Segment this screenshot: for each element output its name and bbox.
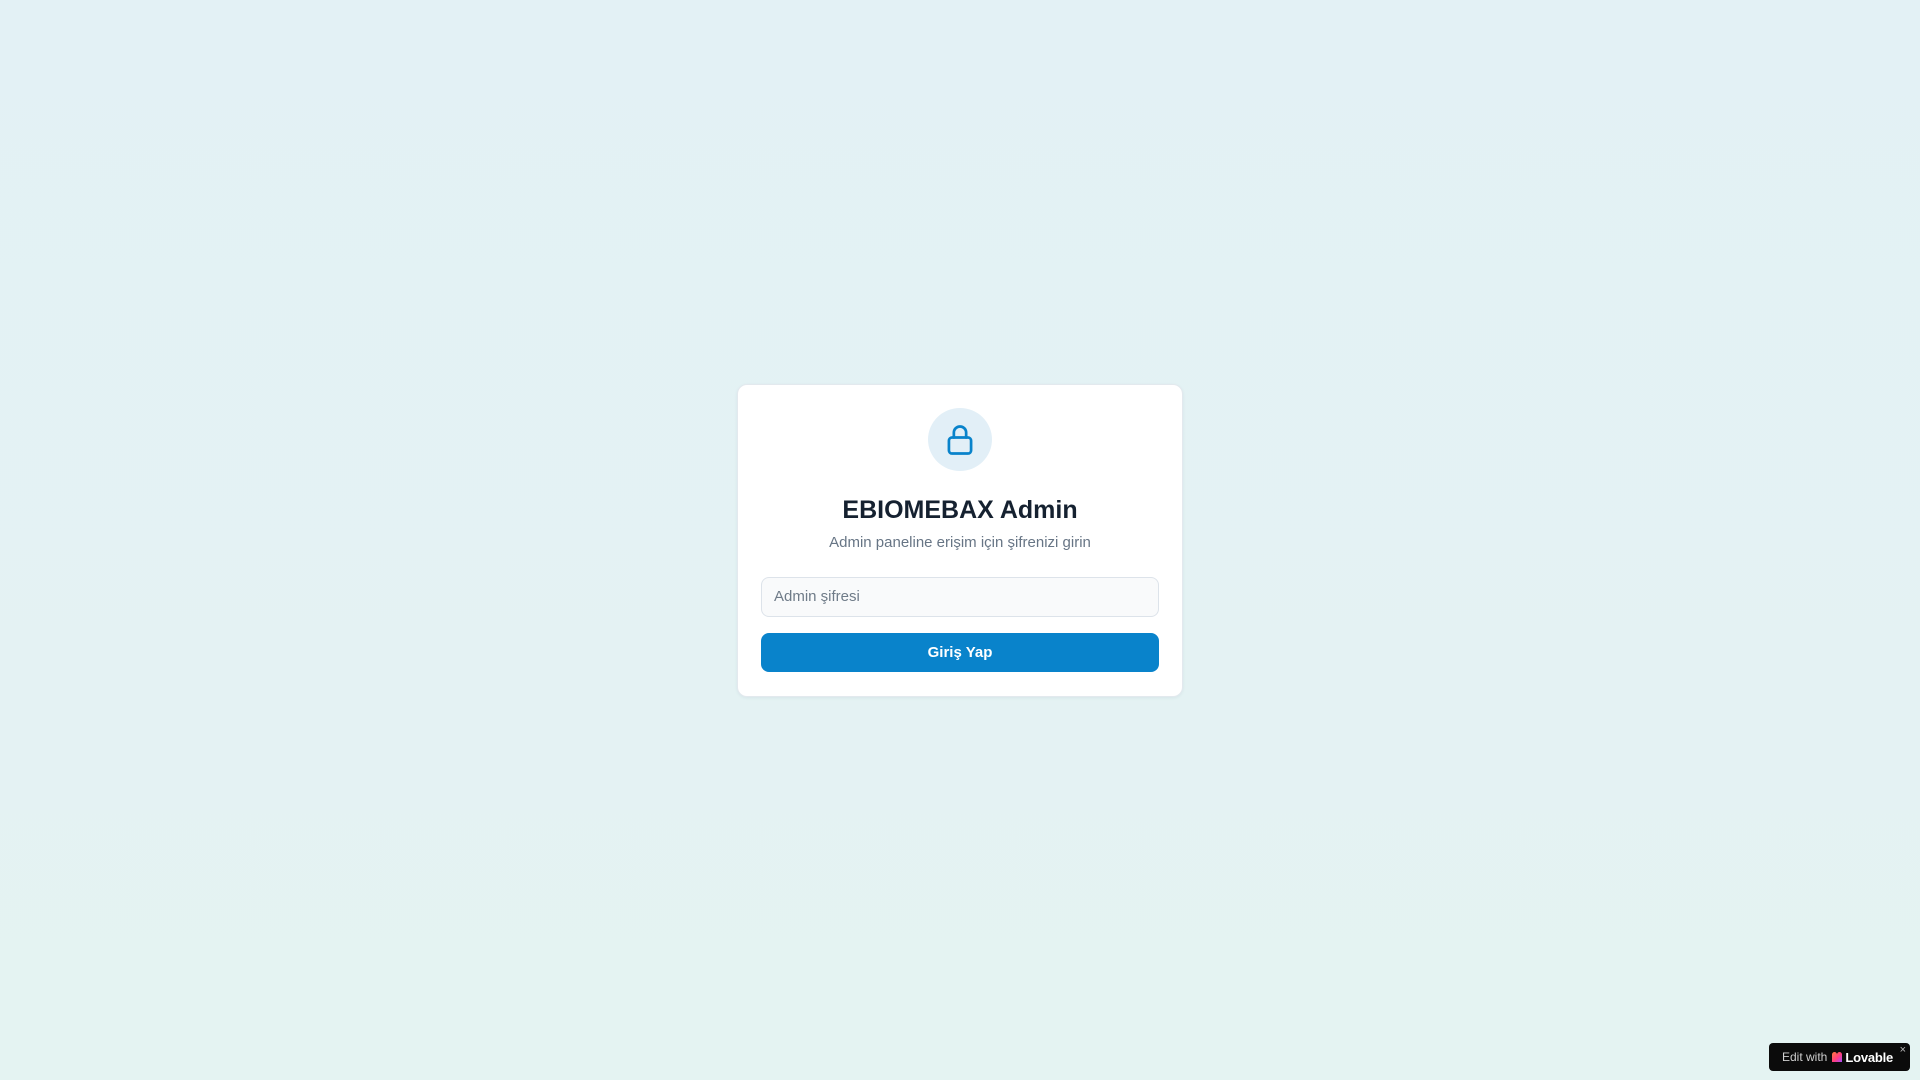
lovable-heart-icon bbox=[1832, 1052, 1843, 1062]
lock-badge bbox=[928, 408, 992, 472]
password-input[interactable] bbox=[761, 577, 1159, 617]
lovable-brand: Lovable bbox=[1845, 1049, 1894, 1065]
page-subtitle: Admin paneline erişim için şifrenizi gir… bbox=[829, 534, 1091, 552]
lovable-edit-text: Edit with bbox=[1782, 1050, 1828, 1064]
edit-with-lovable-badge[interactable]: Edit with Lovable × bbox=[1769, 1043, 1910, 1071]
page-title: EBIOMEBAX Admin bbox=[842, 496, 1078, 525]
lock-icon bbox=[947, 424, 973, 455]
close-icon[interactable]: × bbox=[1900, 1044, 1906, 1056]
login-button[interactable]: Giriş Yap bbox=[761, 632, 1159, 672]
login-card: EBIOMEBAX Admin Admin paneline erişim iç… bbox=[737, 384, 1183, 697]
